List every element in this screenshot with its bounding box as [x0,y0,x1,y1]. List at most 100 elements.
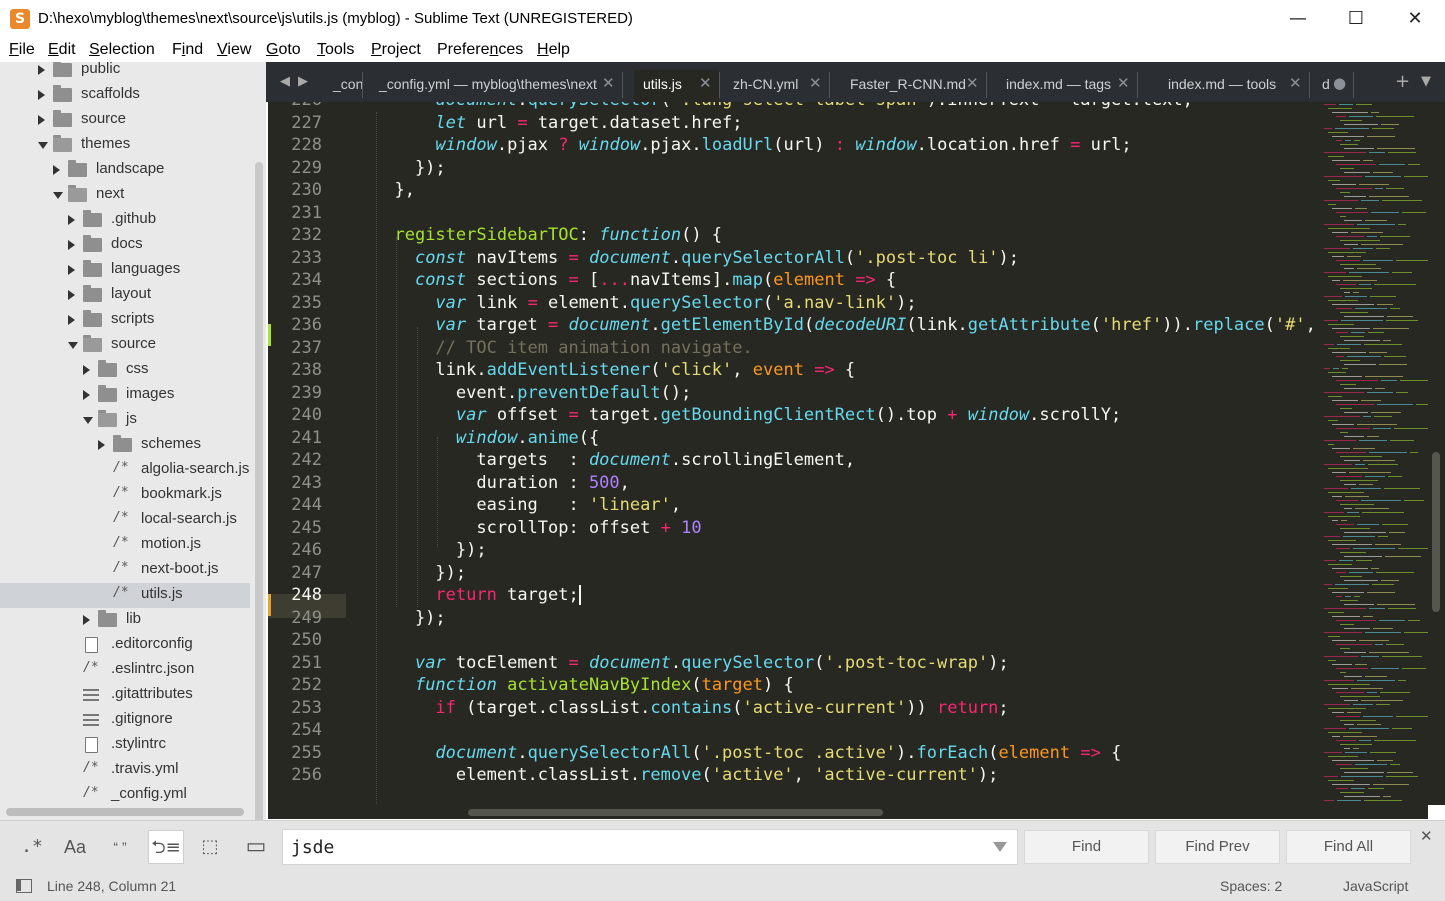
tree-folder[interactable]: schemes [0,433,250,458]
indentation-setting[interactable]: Spaces: 2 [1220,878,1282,894]
maximize-button[interactable]: ☐ [1333,4,1379,34]
tree-folder[interactable]: layout [0,283,250,308]
find-input[interactable]: jsde [282,829,1018,865]
code-line[interactable]: // TOC item animation navigate. [374,338,752,358]
disclosure-open-icon[interactable] [83,417,93,424]
code-line[interactable]: let url = target.dataset.href; [374,113,742,133]
tree-folder[interactable]: themes [0,133,250,158]
find-prev-button[interactable]: Find Prev [1155,830,1280,864]
tree-file[interactable]: /* _config.yml [0,783,250,808]
whole-word-toggle[interactable]: “ ” [102,830,138,864]
code-line[interactable]: }); [374,540,487,560]
history-dropdown-icon[interactable] [993,842,1007,852]
tree-folder[interactable]: css [0,358,250,383]
code-line[interactable]: window.anime({ [374,428,599,448]
tree-folder[interactable]: source [0,108,250,133]
wrap-toggle[interactable]: ⮌≡ [148,830,184,864]
disclosure-closed-icon[interactable] [83,365,90,375]
tree-folder[interactable]: scripts [0,308,250,333]
tree-file[interactable]: .gitignore [0,708,250,733]
close-find-panel-icon[interactable]: ✕ [1420,827,1433,845]
tab-scroll-right-icon[interactable]: ▶ [298,74,308,89]
disclosure-closed-icon[interactable] [98,440,105,450]
tree-file[interactable]: /* .eslintrc.json [0,658,250,683]
disclosure-closed-icon[interactable] [68,265,75,275]
editor-tab[interactable]: _config.yml — myblog\themes\next ✕ [370,70,622,102]
tree-folder[interactable]: public [0,62,250,83]
tree-folder[interactable]: lib [0,608,250,633]
editor-tab[interactable]: zh-CN.yml ✕ [724,70,829,102]
tree-file[interactable]: .editorconfig [0,633,250,658]
disclosure-open-icon[interactable] [68,342,78,349]
code-line[interactable]: const navItems = document.querySelectorA… [374,248,1019,268]
menu-item[interactable]: Selection [89,41,155,59]
editor-tab[interactable]: utils.js ✕ [634,70,719,102]
close-button[interactable]: ✕ [1392,4,1438,34]
code-line[interactable]: event.preventDefault(); [374,383,691,403]
code-line[interactable]: link.addEventListener('click', event => … [374,360,855,380]
code-line[interactable]: }); [374,158,446,178]
close-tab-icon[interactable]: ✕ [699,74,712,92]
new-tab-icon[interactable]: + [1395,71,1410,92]
show-panel-icon[interactable] [16,879,32,893]
menu-item[interactable]: File [9,41,35,59]
tree-folder[interactable]: js [0,408,250,433]
tree-file[interactable]: /* .travis.yml [0,758,250,783]
tab-menu-icon[interactable]: ▼ [1421,74,1431,89]
tree-file[interactable]: .gitattributes [0,683,250,708]
code-line[interactable]: function activateNavByIndex(target) { [374,675,794,695]
find-all-button[interactable]: Find All [1286,830,1411,864]
code-line[interactable]: var link = element.querySelector('a.nav-… [374,293,916,313]
case-sensitive-toggle[interactable]: Aa [57,830,93,864]
regex-toggle[interactable]: .* [14,830,50,864]
code-line[interactable]: }); [374,563,466,583]
tree-folder[interactable]: landscape [0,158,250,183]
code-line[interactable]: var target = document.getElementById(dec… [374,315,1315,335]
code-line[interactable]: }); [374,608,446,628]
minimap[interactable] [1318,102,1428,805]
disclosure-closed-icon[interactable] [68,290,75,300]
code-line[interactable]: if (target.classList.contains('active-cu… [374,698,1008,718]
find-button[interactable]: Find [1024,830,1149,864]
scroll-thumb[interactable] [1432,452,1440,612]
tree-file[interactable]: /* local-search.js [0,508,250,533]
tree-folder[interactable]: images [0,383,250,408]
tree-file[interactable]: .stylintrc [0,733,250,758]
disclosure-closed-icon[interactable] [83,390,90,400]
code-line[interactable]: scrollTop: offset + 10 [374,518,701,538]
editor-tab[interactable]: index.md — tools ✕ [1159,70,1309,102]
editor-horizontal-scrollbar[interactable] [268,805,1428,819]
disclosure-closed-icon[interactable] [68,315,75,325]
scroll-thumb[interactable] [468,809,883,816]
menu-item[interactable]: Find [172,41,203,59]
disclosure-closed-icon[interactable] [68,215,75,225]
disclosure-closed-icon[interactable] [68,240,75,250]
close-tab-icon[interactable]: ✕ [1117,74,1130,92]
code-line[interactable]: }, [374,180,414,200]
tree-folder[interactable]: next [0,183,250,208]
close-tab-icon[interactable]: ✕ [809,74,822,92]
editor-tab[interactable]: d ● [1313,70,1353,102]
tree-file[interactable]: /* utils.js [0,583,250,608]
disclosure-closed-icon[interactable] [38,65,45,75]
menu-item[interactable]: View [217,41,251,59]
in-selection-toggle[interactable]: ⬚ [192,830,228,864]
editor-vertical-scrollbar[interactable] [1428,102,1445,805]
menu-item[interactable]: Edit [48,41,76,59]
code-line[interactable]: easing : 'linear', [374,495,681,515]
tab-scroll-left-icon[interactable]: ◀ [280,74,290,89]
syntax-setting[interactable]: JavaScript [1343,878,1408,894]
code-line[interactable]: element.classList.remove('active', 'acti… [374,765,999,785]
menu-item[interactable]: Goto [266,41,301,59]
editor-tab[interactable]: Faster_R-CNN.md ✕ [841,70,986,102]
code-line[interactable]: var tocElement = document.querySelector(… [374,653,1009,673]
tree-folder[interactable]: scaffolds [0,83,250,108]
tree-file[interactable]: /* algolia-search.js [0,458,250,483]
menu-item[interactable]: Project [371,41,421,59]
code-line[interactable]: var offset = target.getBoundingClientRec… [374,405,1121,425]
disclosure-closed-icon[interactable] [38,90,45,100]
code-editor[interactable]: 226 document.querySelector('.lang-select… [268,102,1318,805]
code-line[interactable]: duration : 500, [374,473,630,493]
tree-file[interactable]: /* next-boot.js [0,558,250,583]
highlight-matches-toggle[interactable]: ▭ [238,830,274,864]
